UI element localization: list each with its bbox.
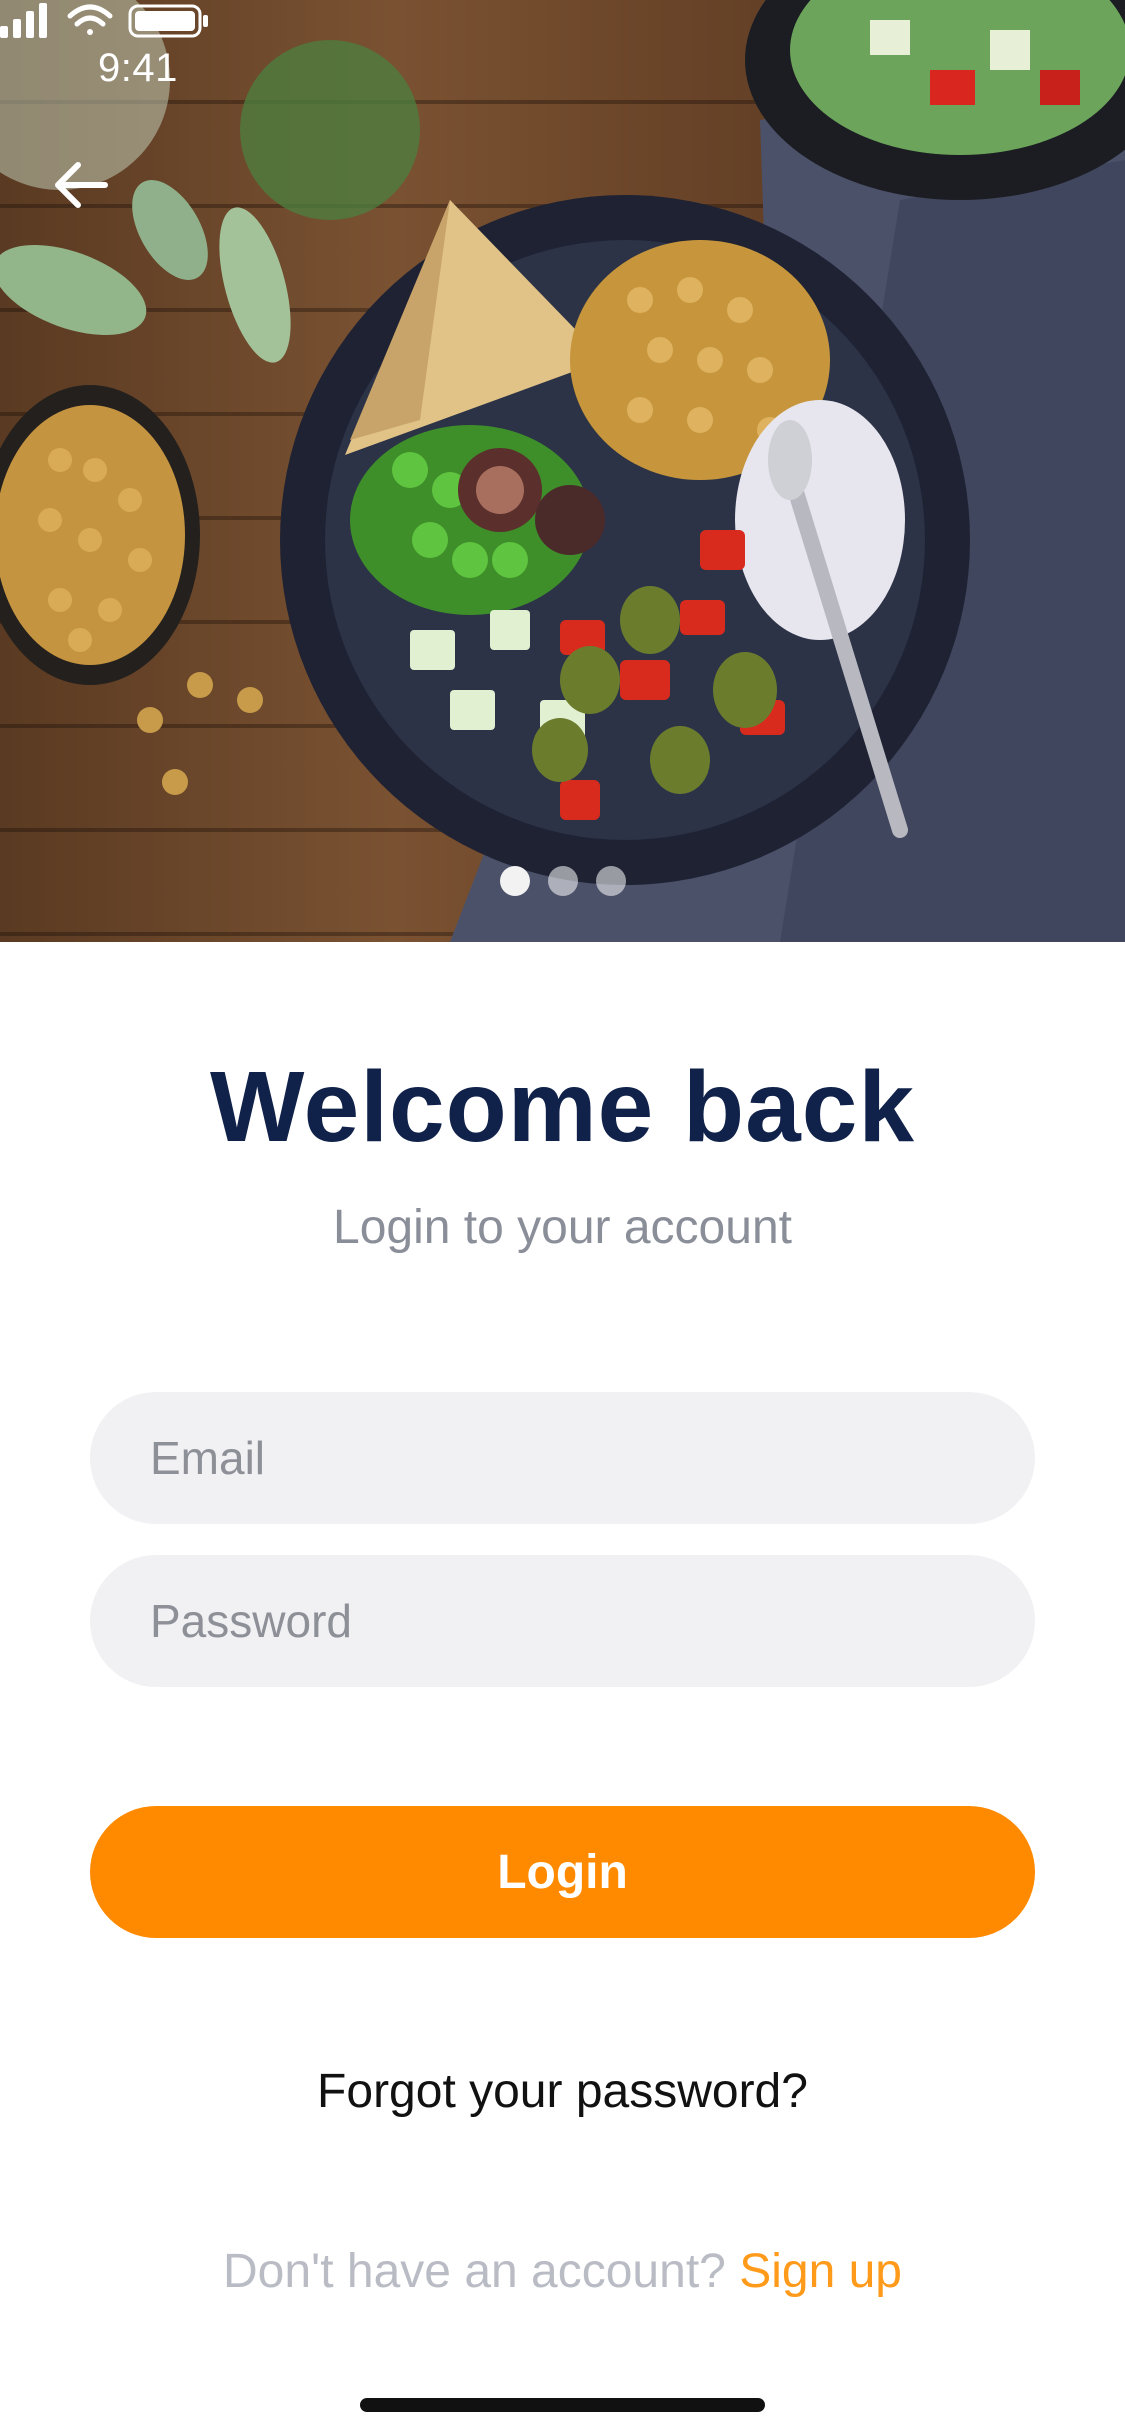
status-bar: 9:41	[0, 0, 1125, 140]
pager-dot[interactable]	[547, 866, 578, 896]
back-button[interactable]	[50, 160, 130, 240]
arrow-left-icon	[55, 162, 108, 208]
login-button[interactable]: Login	[90, 1806, 1035, 1938]
pager-dot-active[interactable]	[499, 866, 530, 896]
status-time: 9:41	[98, 46, 178, 90]
food-photo	[0, 0, 1125, 942]
pager-dots	[0, 866, 1125, 900]
password-field[interactable]	[90, 1555, 1035, 1687]
page-title: Welcome back	[210, 1051, 915, 1163]
page-subtitle: Login to your account	[333, 1201, 792, 1254]
wifi-icon	[67, 4, 113, 35]
home-indicator[interactable]	[360, 2398, 765, 2412]
signal-icon	[0, 3, 47, 38]
battery-icon	[128, 4, 208, 38]
pager-dot[interactable]	[595, 866, 626, 896]
email-field[interactable]	[90, 1392, 1035, 1524]
signup-prompt: Don't have an account?	[223, 2245, 740, 2298]
signup-row: Don't have an account? Sign up	[0, 2244, 1125, 2299]
hero-image: 9:41	[0, 0, 1125, 942]
forgot-password-link[interactable]: Forgot your password?	[0, 2064, 1125, 2119]
status-icons	[0, 3, 208, 38]
signup-link[interactable]: Sign up	[739, 2245, 902, 2298]
